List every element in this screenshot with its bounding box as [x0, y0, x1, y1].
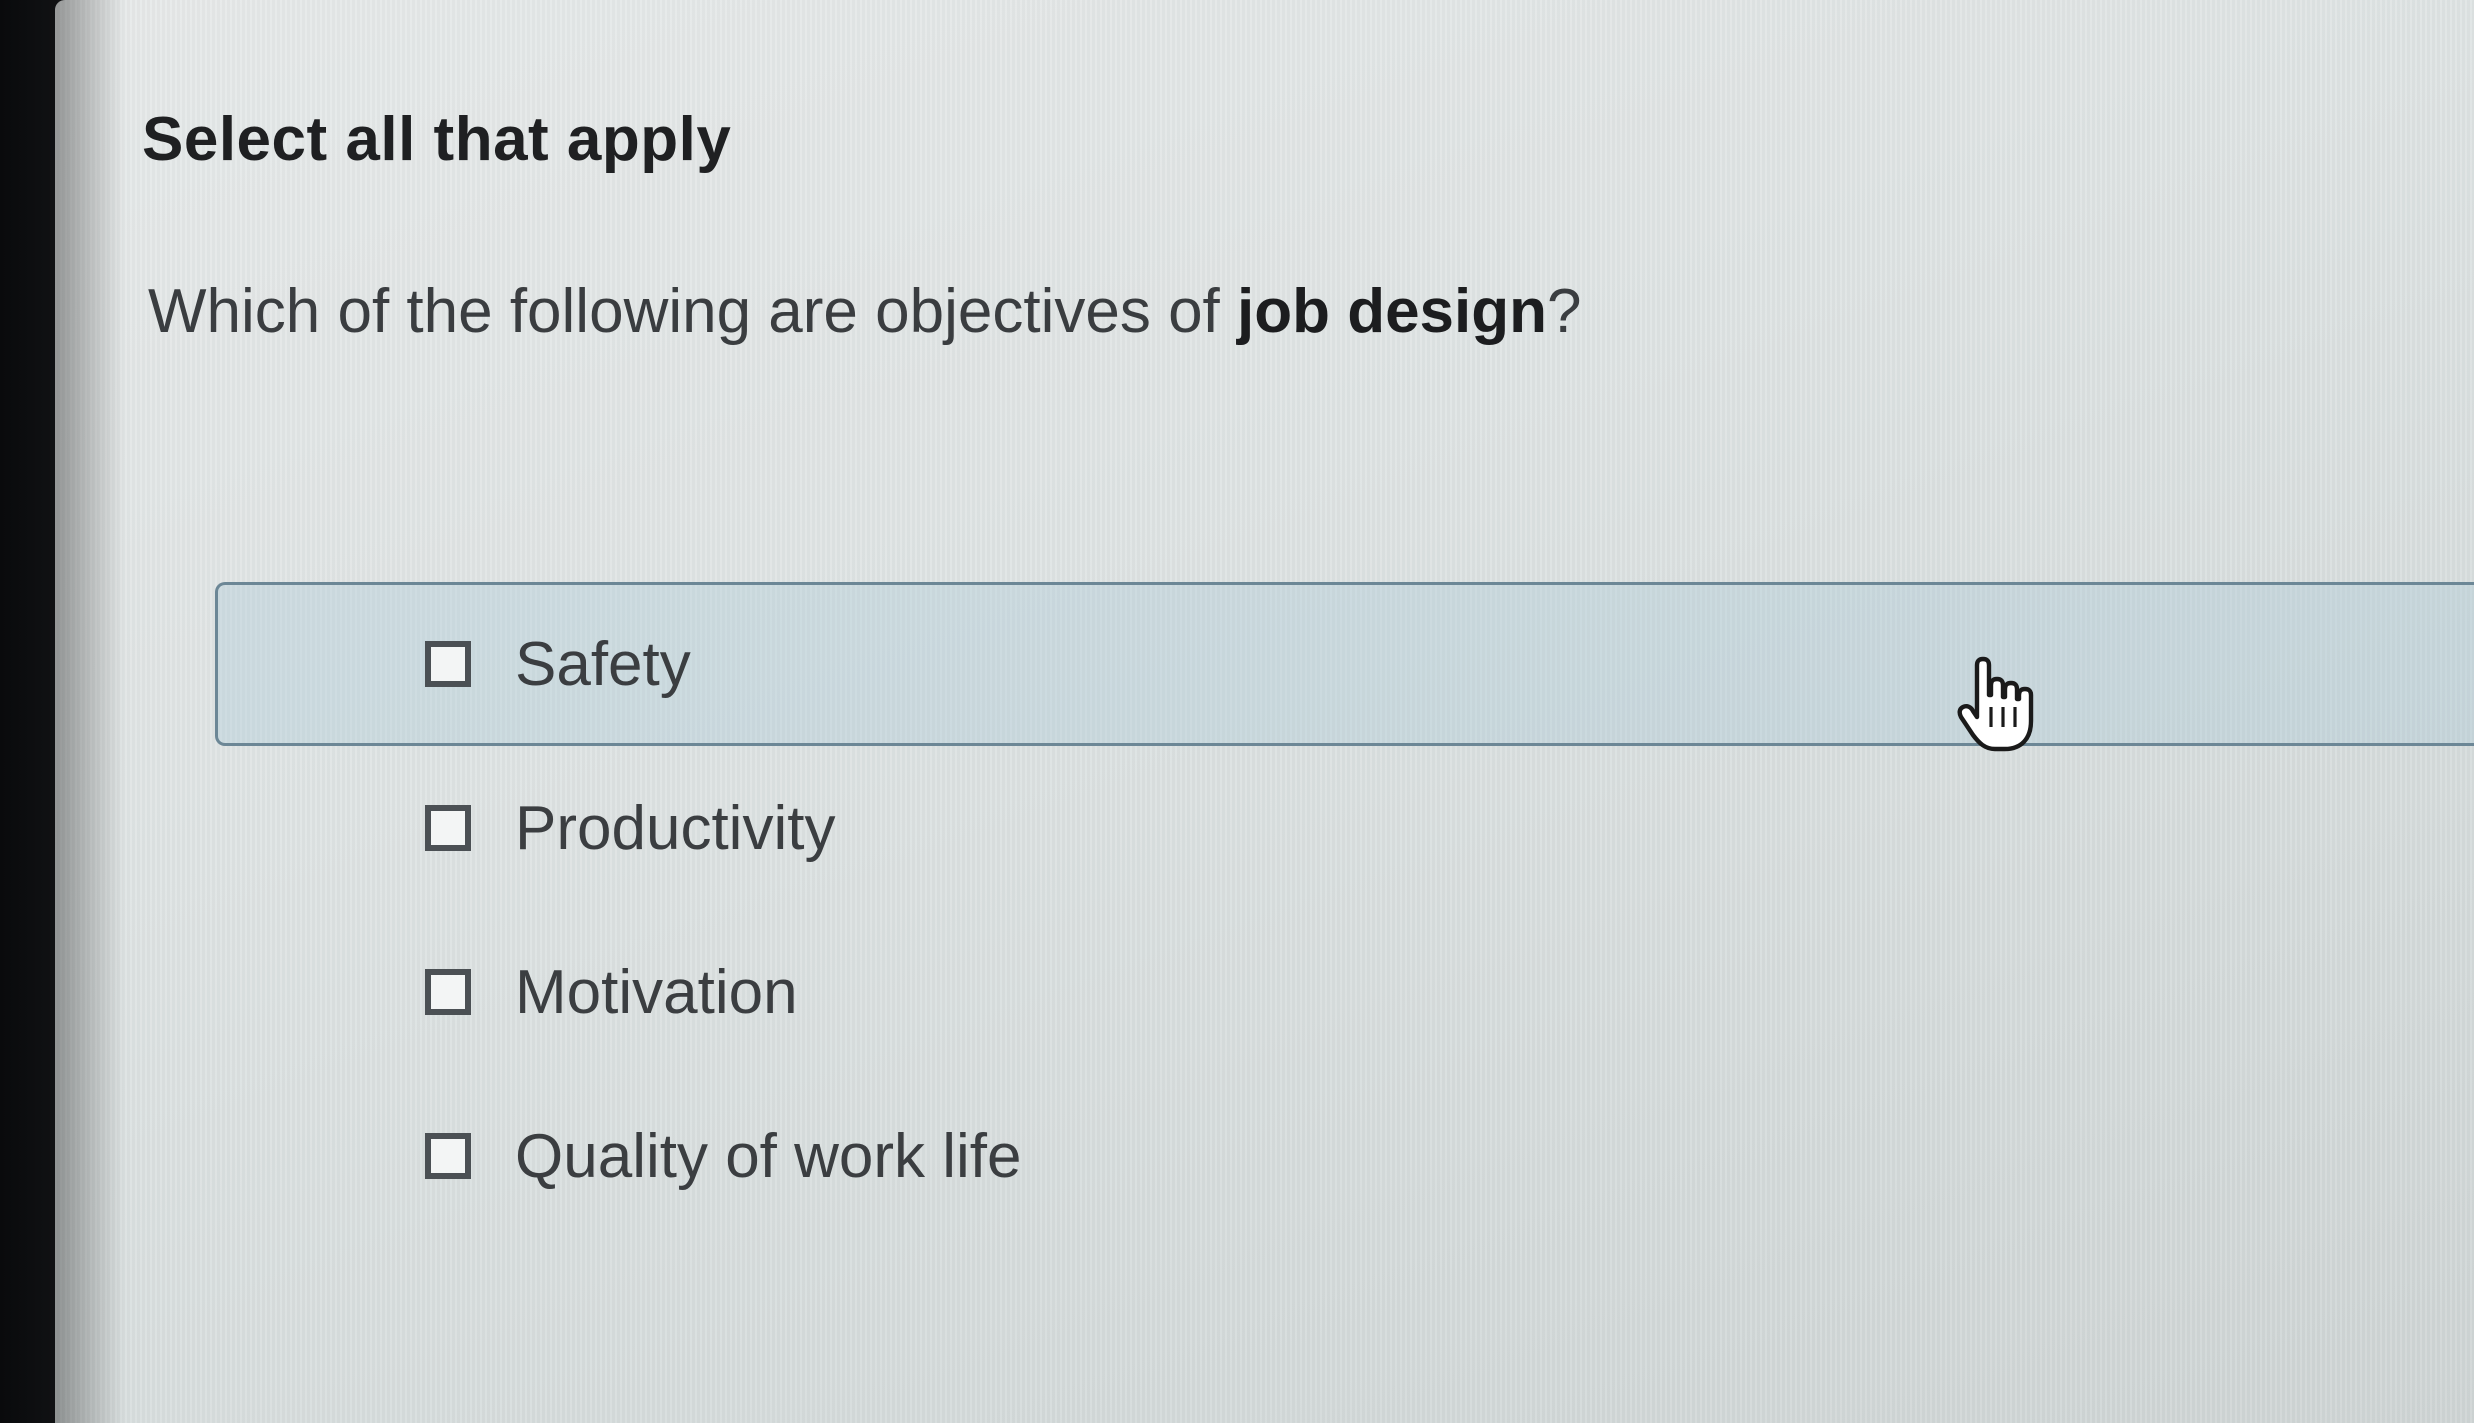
instructions-heading: Select all that apply — [142, 105, 732, 174]
question-text: Which of the following are objectives of… — [148, 276, 1581, 347]
option-motivation[interactable]: Motivation — [215, 910, 2474, 1074]
hand-pointer-icon — [1957, 656, 2034, 752]
question-suffix: ? — [1547, 277, 1582, 346]
option-label: Motivation — [515, 957, 798, 1027]
option-label: Productivity — [515, 793, 836, 863]
option-safety[interactable]: Safety — [215, 582, 2474, 746]
question-prefix: Which of the following are objectives of — [148, 277, 1237, 346]
checkbox[interactable] — [425, 969, 471, 1015]
checkbox[interactable] — [425, 641, 471, 687]
checkbox[interactable] — [425, 805, 471, 851]
option-quality-of-work-life[interactable]: Quality of work life — [215, 1074, 2474, 1238]
checkbox[interactable] — [425, 1133, 471, 1179]
question-bold-term: job design — [1237, 277, 1547, 346]
option-productivity[interactable]: Productivity — [215, 746, 2474, 910]
answer-options: Safety Productivity Motivation Quality o… — [215, 582, 2474, 1238]
option-label: Quality of work life — [515, 1121, 1022, 1191]
option-label: Safety — [515, 629, 691, 699]
quiz-screen: Select all that apply Which of the follo… — [55, 0, 2474, 1423]
